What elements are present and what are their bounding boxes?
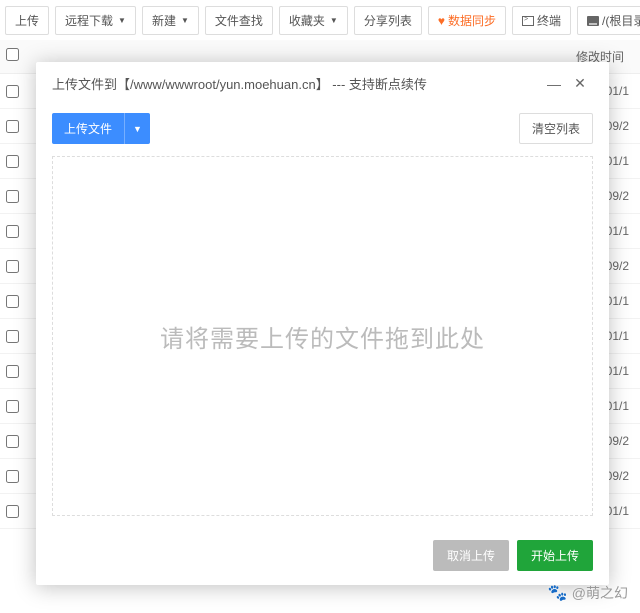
- clear-list-button[interactable]: 清空列表: [519, 113, 593, 144]
- upload-file-split-button: 上传文件 ▼: [52, 113, 150, 144]
- modal-title: 上传文件到【/www/wwwroot/yun.moehuan.cn】 --- 支…: [52, 74, 541, 93]
- upload-file-dropdown[interactable]: ▼: [124, 113, 150, 144]
- upload-file-button[interactable]: 上传文件: [52, 113, 124, 144]
- close-icon[interactable]: ✕: [567, 75, 593, 92]
- modal-body: 上传文件 ▼ 清空列表 请将需要上传的文件拖到此处: [36, 105, 609, 530]
- dropzone[interactable]: 请将需要上传的文件拖到此处: [52, 156, 593, 516]
- start-upload-button[interactable]: 开始上传: [517, 540, 593, 571]
- cancel-upload-button[interactable]: 取消上传: [433, 540, 509, 571]
- minimize-icon[interactable]: —: [541, 76, 567, 92]
- watermark: 🐾 @萌之幻: [548, 583, 628, 603]
- dropzone-hint: 请将需要上传的文件拖到此处: [160, 319, 485, 354]
- modal-header: 上传文件到【/www/wwwroot/yun.moehuan.cn】 --- 支…: [36, 62, 609, 105]
- upload-modal: 上传文件到【/www/wwwroot/yun.moehuan.cn】 --- 支…: [36, 62, 609, 585]
- watermark-text: @萌之幻: [572, 583, 628, 603]
- paw-icon: 🐾: [548, 583, 568, 603]
- modal-footer: 取消上传 开始上传: [36, 530, 609, 585]
